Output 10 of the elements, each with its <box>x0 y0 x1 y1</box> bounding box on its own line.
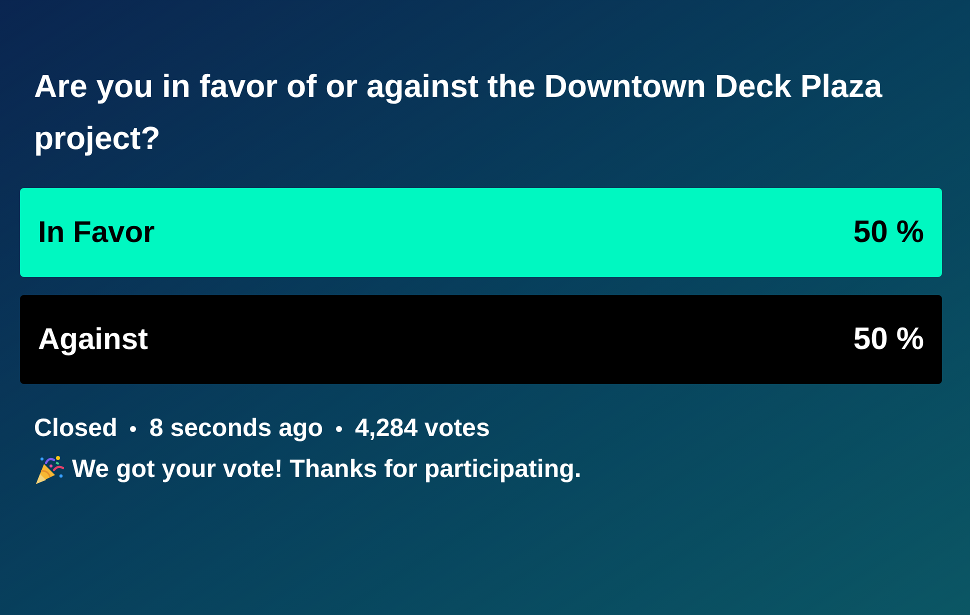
option-label: In Favor <box>38 215 155 251</box>
poll-question: Are you in favor of or against the Downtown Deck Plaza project? <box>34 67 884 158</box>
option-percentage: 50 % <box>853 320 924 358</box>
party-popper-icon <box>34 454 64 484</box>
vote-count: 4,284 votes <box>355 413 490 444</box>
option-label: Against <box>38 322 148 358</box>
poll-status: Closed <box>34 413 118 444</box>
elapsed-time: 8 seconds ago <box>149 413 324 444</box>
option-percentage: 50 % <box>853 213 924 252</box>
confirmation-message: We got your vote! Thanks for participating. <box>72 454 582 485</box>
